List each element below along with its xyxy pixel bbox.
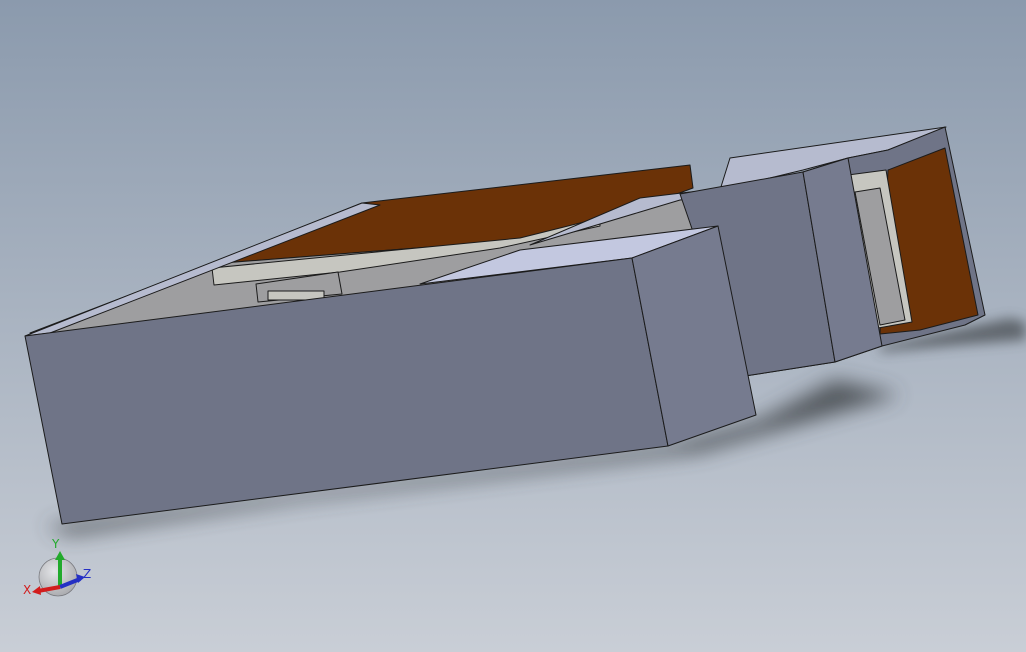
- triad-x-label: X: [23, 583, 31, 597]
- triad-z-label: Z: [83, 567, 91, 581]
- triad-y-label: Y: [51, 537, 60, 551]
- 3d-model-viewport[interactable]: Y Z X: [0, 0, 1026, 652]
